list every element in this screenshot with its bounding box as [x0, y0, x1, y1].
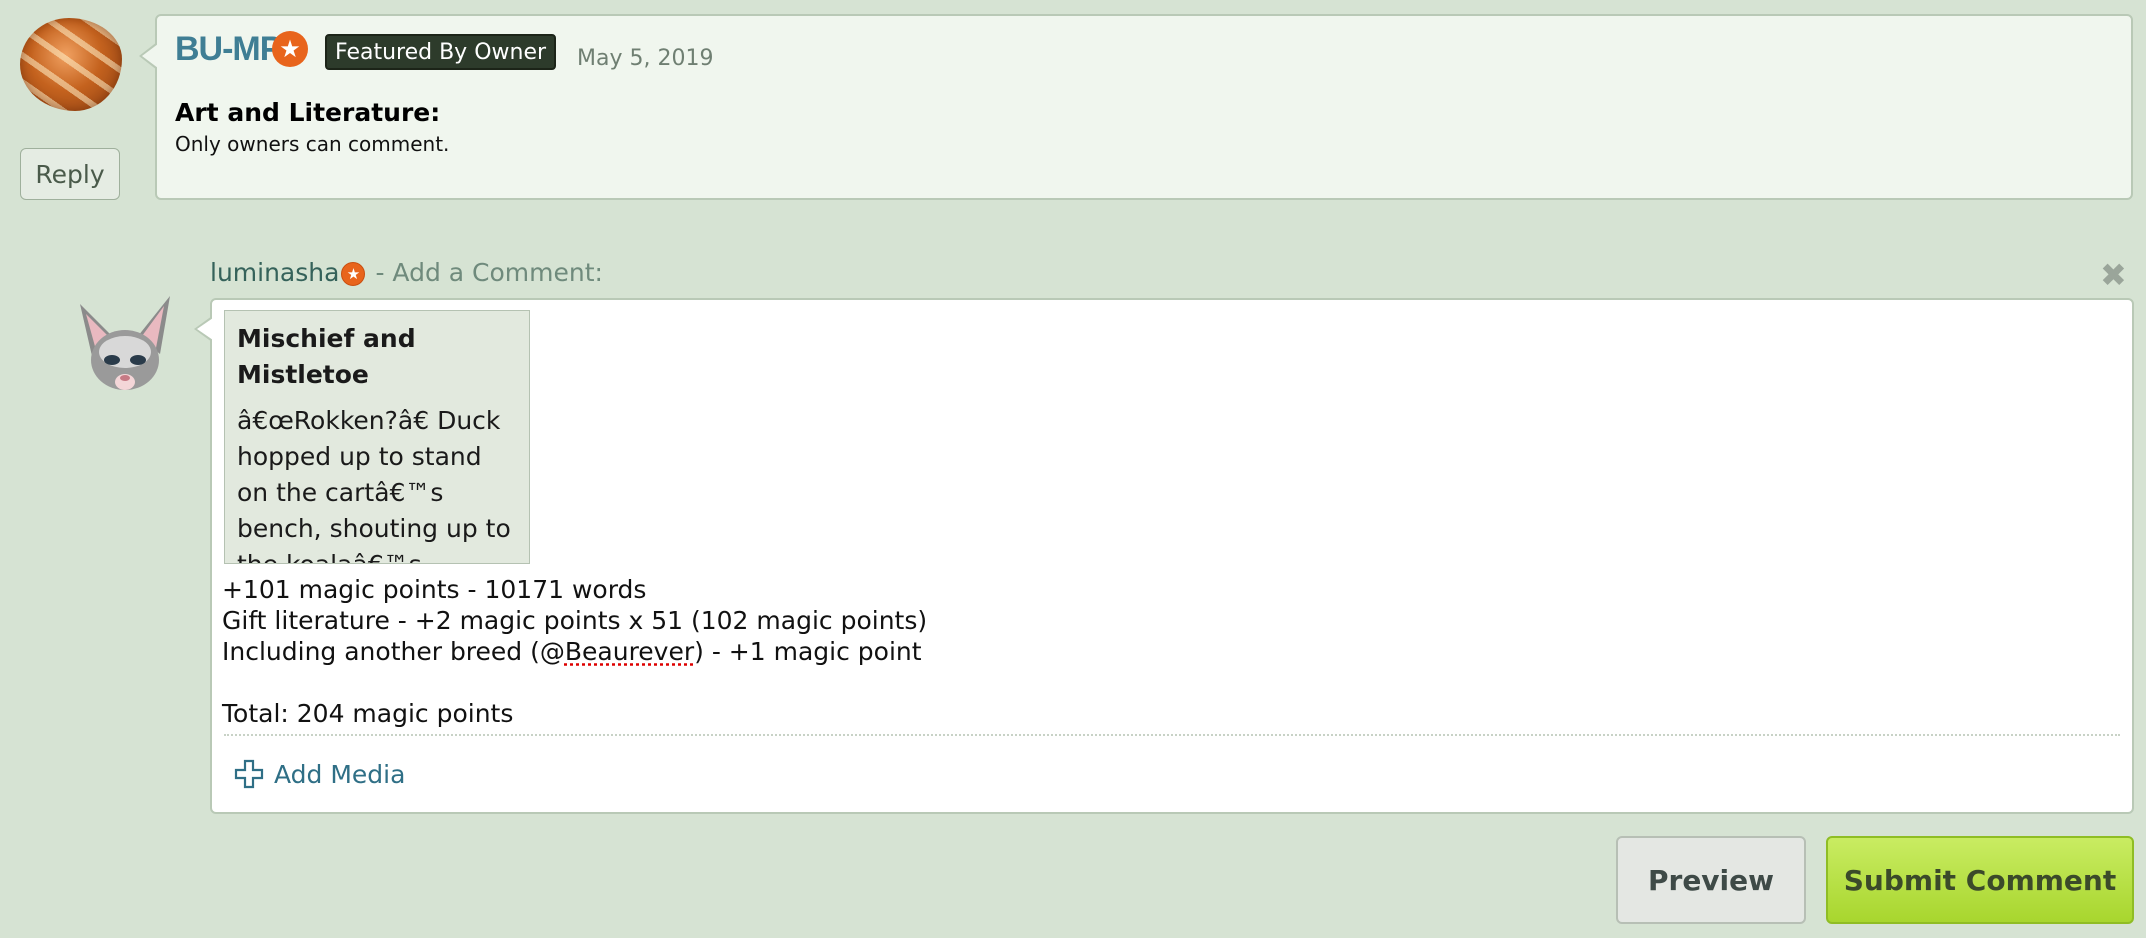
comment-body: Only owners can comment.: [175, 132, 450, 156]
add-media-label: Add Media: [274, 759, 406, 789]
submit-comment-button[interactable]: Submit Comment: [1826, 836, 2134, 924]
bat-avatar[interactable]: [72, 294, 178, 404]
text-fragment: ) - +1 magic point: [694, 637, 922, 666]
star-icon: ★: [341, 262, 366, 286]
close-icon[interactable]: ✖: [2100, 256, 2127, 294]
total-line: Total: 204 magic points: [222, 699, 514, 728]
text-line: +101 magic points - 10171 words: [222, 575, 647, 604]
comment-username[interactable]: BU-MP: [175, 30, 282, 69]
plus-icon: [234, 759, 264, 789]
comment-bubble: BU-MP ★ Featured By Owner May 5, 2019 Ar…: [139, 14, 2133, 200]
text-fragment: Including another breed (@: [222, 637, 565, 666]
mention-link[interactable]: Beaurever: [565, 637, 694, 666]
add-comment-label: - Add a Comment:: [375, 258, 603, 287]
literature-embed-card[interactable]: Mischief and Mistletoe â€œRokken?â€ Duck…: [224, 310, 530, 564]
comment-title: Art and Literature:: [175, 98, 441, 127]
text-line: Including another breed (@Beaurever) - +…: [222, 637, 922, 666]
user-avatar[interactable]: [20, 18, 122, 111]
comment-text[interactable]: +101 magic points - 10171 words Gift lit…: [222, 574, 927, 729]
add-media-button[interactable]: Add Media: [234, 754, 405, 794]
divider: [224, 734, 2120, 736]
embed-excerpt: â€œRokken?â€ Duck hopped up to stand on …: [237, 406, 511, 563]
composer-header: luminasha ★ - Add a Comment:: [210, 258, 603, 287]
featured-badge: Featured By Owner: [325, 34, 557, 70]
preview-button[interactable]: Preview: [1616, 836, 1806, 924]
comment-date: May 5, 2019: [577, 46, 714, 71]
text-line: Gift literature - +2 magic points x 51 (…: [222, 606, 928, 635]
composer-username[interactable]: luminasha: [210, 258, 339, 287]
embed-title: Mischief and Mistletoe: [237, 324, 416, 389]
comment-editor[interactable]: Mischief and Mistletoe â€œRokken?â€ Duck…: [194, 298, 2134, 814]
reply-button[interactable]: Reply: [20, 148, 120, 200]
star-icon: ★: [272, 31, 308, 67]
